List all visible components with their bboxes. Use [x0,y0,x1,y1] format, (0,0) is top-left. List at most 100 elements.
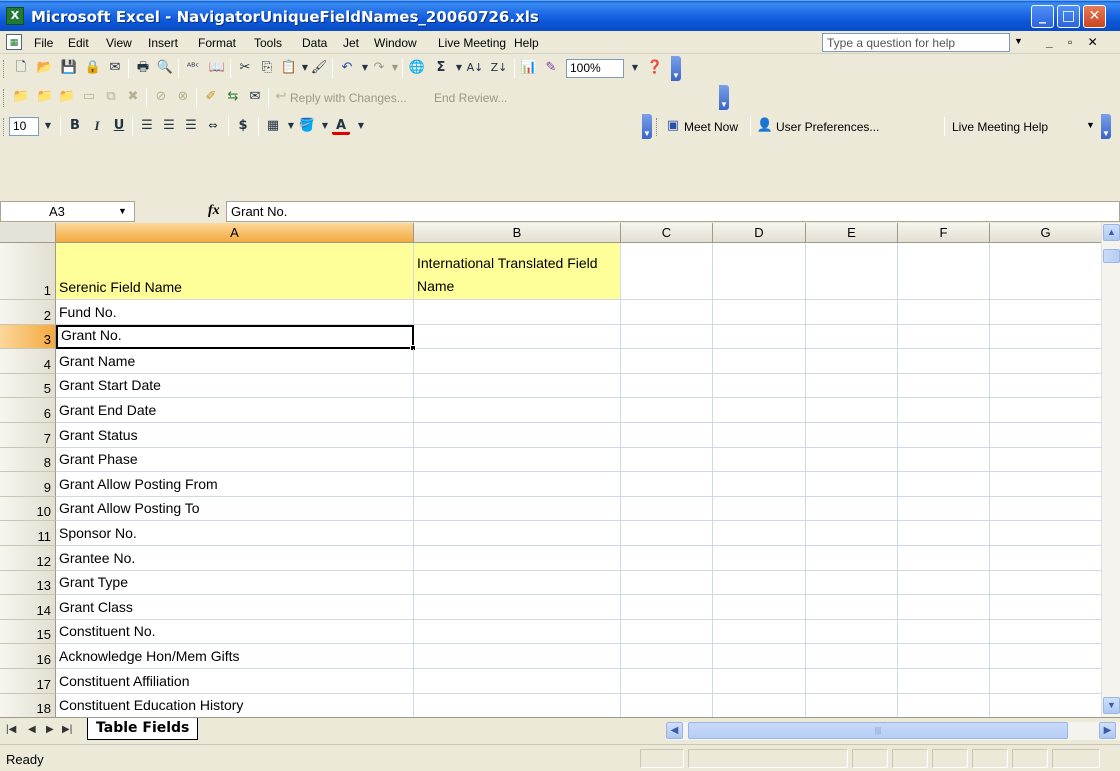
name-box-dropdown-icon[interactable]: ▼ [118,206,127,216]
menu-data[interactable]: Data [302,36,327,50]
cell-b[interactable] [414,398,621,423]
next-sheet-icon[interactable]: ▶ [46,724,54,735]
cell-b[interactable] [414,595,621,620]
cell-b[interactable] [414,324,621,350]
format-painter-icon[interactable]: 🖌 [310,59,328,77]
row-header[interactable]: 6 [0,398,56,423]
row-header[interactable]: 15 [0,619,56,645]
cell-b[interactable] [414,423,621,448]
cell[interactable] [898,693,990,717]
cell-b[interactable] [414,521,621,546]
cell[interactable] [898,243,990,300]
cell-a[interactable]: Sponsor No. [56,521,414,546]
column-header-f[interactable]: F [898,223,990,243]
workbook-window-controls[interactable]: _ ▫ ✕ [1046,35,1104,49]
cell[interactable] [990,349,1101,374]
cell[interactable] [806,595,898,620]
cell[interactable] [806,373,898,399]
cell-a[interactable]: Constituent No. [56,619,414,645]
cell[interactable] [806,693,898,717]
meet-now-button[interactable]: Meet Now [684,120,738,134]
formula-input[interactable]: Grant No. [226,201,1120,222]
cell[interactable] [898,521,990,546]
font-size-dropdown-icon[interactable]: ▼ [39,117,57,135]
row-header[interactable]: 9 [0,472,56,497]
cell-a[interactable]: Acknowledge Hon/Mem Gifts [56,644,414,669]
cell[interactable] [990,521,1101,546]
cell[interactable] [621,619,713,645]
cell[interactable] [621,349,713,374]
font-size-combo[interactable]: 10 [9,117,39,136]
menu-format[interactable]: Format [198,36,236,50]
cell[interactable] [621,447,713,473]
cell[interactable] [621,423,713,448]
cell-a[interactable]: Serenic Field Name [56,243,414,300]
formatting-options-icon[interactable]: ▼ [642,114,652,139]
cell[interactable] [621,300,713,325]
live-meeting-options-icon[interactable]: ▼ [1101,114,1111,139]
cell[interactable] [898,669,990,694]
cell[interactable] [713,521,806,546]
user-preferences-icon[interactable]: 👤 [756,117,774,135]
cell-a[interactable]: Grant Class [56,595,414,620]
cell[interactable] [713,300,806,325]
cell[interactable] [713,324,806,350]
horizontal-scrollbar[interactable]: ◀ ||| ▶ [666,722,1120,740]
cell-a[interactable]: Grantee No. [56,546,414,571]
cell[interactable] [806,300,898,325]
cell[interactable] [713,595,806,620]
row-header[interactable]: 3 [0,324,56,350]
help-dropdown-icon[interactable]: ▼ [1014,36,1023,46]
cell-a[interactable]: Fund No. [56,300,414,325]
cell[interactable] [806,472,898,497]
fill-color-icon[interactable]: 🪣 [298,117,316,135]
cell[interactable] [806,496,898,522]
menu-file[interactable]: File [34,36,53,50]
menu-window[interactable]: Window [374,36,417,50]
column-header-d[interactable]: D [713,223,806,243]
menu-tools[interactable]: Tools [254,36,282,50]
accept-changes-icon[interactable]: ⊗ [174,88,192,106]
cell-a[interactable]: Grant Type [56,570,414,596]
meet-now-icon[interactable]: ▣ [664,117,682,135]
cell[interactable] [898,373,990,399]
merge-center-icon[interactable]: ⇔ [204,117,222,135]
cell-b[interactable] [414,496,621,522]
cell-b[interactable] [414,644,621,669]
worksheet-grid[interactable]: A B C D E F G 1 Serenic Field Name International … [0,223,1101,717]
cell[interactable] [621,373,713,399]
active-cell[interactable]: Grant No. [56,324,414,350]
cell[interactable] [806,570,898,596]
cell-b[interactable] [414,349,621,374]
reply-icon[interactable]: ↩ [272,88,290,106]
cell[interactable] [621,243,713,300]
column-header-a[interactable]: A [56,223,414,243]
cell-a[interactable]: Grant Status [56,423,414,448]
cell[interactable] [713,570,806,596]
row-header[interactable]: 11 [0,521,56,546]
send-mail-icon[interactable]: ✉ [246,88,264,106]
cell-b[interactable] [414,570,621,596]
show-all-comments-icon[interactable]: ⧉ [102,88,120,106]
cell[interactable] [621,398,713,423]
end-review-button[interactable]: End Review... [434,91,507,105]
next-comment-icon[interactable]: 📁 [58,88,76,106]
underline-icon[interactable]: U [110,117,128,135]
cell[interactable] [713,693,806,717]
cell-b[interactable] [414,472,621,497]
cell[interactable] [621,693,713,717]
cell[interactable] [990,374,1101,399]
print-preview-icon[interactable]: 🔍 [156,59,174,77]
zoom-dropdown-icon[interactable]: ▼ [626,59,644,77]
track-changes-icon[interactable]: ⊘ [152,88,170,106]
menu-edit[interactable]: Edit [68,36,89,50]
cell[interactable] [806,349,898,374]
insert-function-icon[interactable]: fx [208,203,220,219]
cell[interactable] [621,644,713,669]
cell[interactable] [898,472,990,497]
row-header[interactable]: 14 [0,595,56,620]
close-button[interactable]: ✕ [1083,5,1106,28]
cell-b[interactable] [414,619,621,645]
cell[interactable] [621,669,713,694]
cell[interactable] [898,570,990,596]
